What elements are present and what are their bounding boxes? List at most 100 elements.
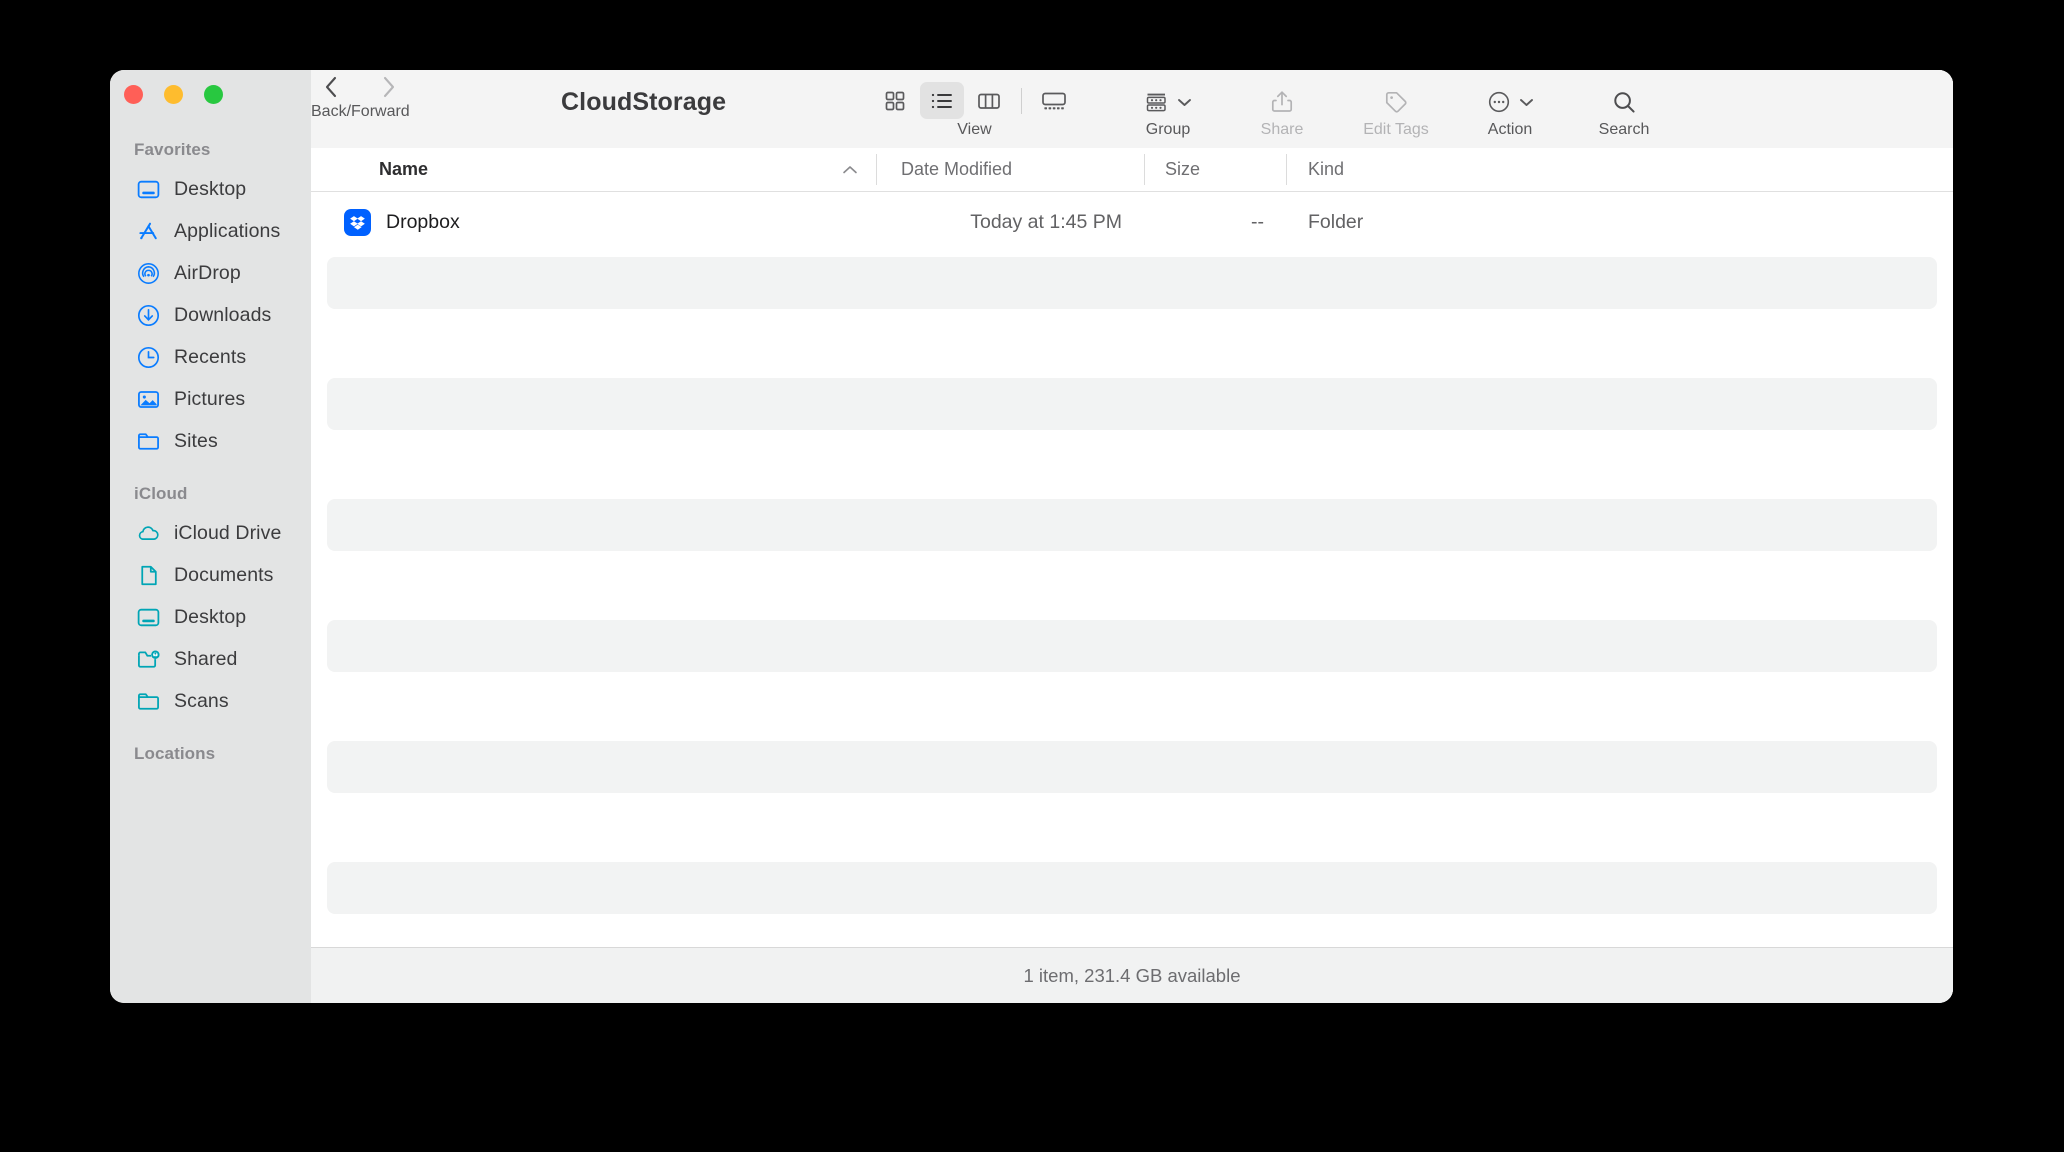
sidebar-section-icloud-title: iCloud <box>134 484 188 503</box>
sidebar-item-label: Downloads <box>174 303 272 326</box>
page-title: CloudStorage <box>561 88 727 116</box>
sidebar-section-favorites-title: Favorites <box>134 140 211 159</box>
column-header-kind-label: Kind <box>1308 159 1345 179</box>
sidebar-item-label: AirDrop <box>174 261 241 284</box>
view-icon-button[interactable] <box>873 82 917 119</box>
back-button[interactable] <box>313 70 349 104</box>
sidebar-item-airdrop[interactable]: AirDrop <box>110 252 311 294</box>
finder-window: Favorites Desktop Applications AirDrop D… <box>110 70 1953 1003</box>
sidebar-item-applications[interactable]: Applications <box>110 210 311 252</box>
sidebar-section-locations-title: Locations <box>134 744 216 763</box>
back-forward-label: Back/Forward <box>311 103 410 120</box>
sidebar-item-label: Desktop <box>174 177 247 200</box>
view-column-button[interactable] <box>967 82 1011 119</box>
empty-row <box>311 555 1953 616</box>
file-date-cell: Today at 1:45 PM <box>970 210 1122 233</box>
action-menu-icon <box>1486 82 1534 122</box>
downloads-icon <box>136 303 161 328</box>
empty-row <box>311 797 1953 858</box>
column-header-kind[interactable]: Kind <box>1286 148 1953 191</box>
group-label: Group <box>1145 121 1191 138</box>
status-text: 1 item, 231.4 GB available <box>1023 964 1241 986</box>
share-label: Share <box>1260 121 1304 138</box>
back-forward-group: Back/Forward <box>311 70 410 121</box>
column-header-row: Name Date Modified Size Kind <box>311 148 1953 192</box>
sidebar-item-label: Documents <box>174 563 274 586</box>
column-header-name-label: Name <box>379 159 429 179</box>
document-icon <box>136 563 161 588</box>
sidebar-scroll-area[interactable]: Favorites Desktop Applications AirDrop D… <box>110 131 311 1003</box>
column-header-size[interactable]: Size <box>1144 148 1286 191</box>
status-bar: 1 item, 231.4 GB available <box>311 947 1953 1003</box>
share-button[interactable]: Share <box>1225 82 1339 139</box>
main-pane: Back/Forward CloudStorage View Group Sha… <box>311 70 1953 1003</box>
table-row[interactable]: Dropbox Today at 1:45 PM -- Folder <box>311 192 1953 253</box>
sidebar-item-shared[interactable]: Shared <box>110 638 311 680</box>
file-size-cell: -- <box>1251 210 1264 233</box>
file-name-cell: Dropbox <box>311 208 876 236</box>
folder-icon <box>136 689 161 714</box>
minimize-button[interactable] <box>164 85 183 104</box>
sidebar-item-label: Scans <box>174 689 229 712</box>
applications-icon <box>136 219 161 244</box>
sidebar-item-label: Pictures <box>174 387 246 410</box>
toolbar: Back/Forward CloudStorage View Group Sha… <box>311 70 1953 148</box>
empty-rows-container <box>311 253 1953 919</box>
cloud-icon <box>136 521 161 546</box>
group-button[interactable]: Group <box>1111 82 1225 139</box>
empty-row <box>311 253 1953 314</box>
file-kind-cell: Folder <box>1308 210 1364 233</box>
empty-row <box>311 374 1953 435</box>
sidebar-item-recents[interactable]: Recents <box>110 336 311 378</box>
column-header-date-label: Date Modified <box>901 159 1013 179</box>
sidebar-item-label: Applications <box>174 219 281 242</box>
pictures-icon <box>136 387 161 412</box>
sidebar-item-sites[interactable]: Sites <box>110 420 311 462</box>
view-list-button[interactable] <box>920 82 964 119</box>
edit-tags-label: Edit Tags <box>1363 121 1429 138</box>
file-list[interactable]: Dropbox Today at 1:45 PM -- Folder <box>311 192 1953 947</box>
sidebar-item-label: Recents <box>174 345 247 368</box>
file-name-label: Dropbox <box>386 210 460 233</box>
empty-row <box>311 434 1953 495</box>
empty-row <box>311 616 1953 677</box>
toolbar-actions-group: Group Share Edit Tags Action Search <box>1111 82 1681 139</box>
recents-clock-icon <box>136 345 161 370</box>
sidebar-item-icloud-drive[interactable]: iCloud Drive <box>110 512 311 554</box>
zoom-button[interactable] <box>204 85 223 104</box>
chevron-down-icon <box>1520 99 1533 106</box>
close-button[interactable] <box>124 85 143 104</box>
sidebar-item-label: Shared <box>174 647 238 670</box>
empty-row <box>311 676 1953 737</box>
view-gallery-button[interactable] <box>1032 82 1076 119</box>
sidebar-item-scans[interactable]: Scans <box>110 680 311 722</box>
shared-folder-icon <box>136 647 161 672</box>
empty-row <box>311 858 1953 919</box>
sidebar-item-label: iCloud Drive <box>174 521 282 544</box>
sidebar-item-label: Sites <box>174 429 218 452</box>
empty-row <box>311 495 1953 556</box>
view-label: View <box>957 121 992 138</box>
search-icon <box>1611 82 1638 122</box>
sidebar-item-pictures[interactable]: Pictures <box>110 378 311 420</box>
sidebar-item-downloads[interactable]: Downloads <box>110 294 311 336</box>
sort-ascending-icon <box>842 159 858 180</box>
forward-button[interactable] <box>371 70 407 104</box>
sidebar-item-icloud-desktop[interactable]: Desktop <box>110 596 311 638</box>
sidebar-item-documents[interactable]: Documents <box>110 554 311 596</box>
desktop-icon <box>136 177 161 202</box>
empty-row <box>311 313 1953 374</box>
toolbar-divider <box>1021 87 1022 114</box>
airdrop-icon <box>136 261 161 286</box>
sidebar-item-desktop[interactable]: Desktop <box>110 168 311 210</box>
share-icon <box>1269 82 1295 122</box>
window-controls <box>118 85 223 104</box>
action-button[interactable]: Action <box>1453 82 1567 139</box>
column-header-date-modified[interactable]: Date Modified <box>876 148 1144 191</box>
column-header-name[interactable]: Name <box>311 148 876 191</box>
edit-tags-button[interactable]: Edit Tags <box>1339 82 1453 139</box>
chevron-down-icon <box>1178 99 1191 106</box>
search-label: Search <box>1598 121 1650 138</box>
search-button[interactable]: Search <box>1567 82 1681 139</box>
action-label: Action <box>1487 121 1533 138</box>
